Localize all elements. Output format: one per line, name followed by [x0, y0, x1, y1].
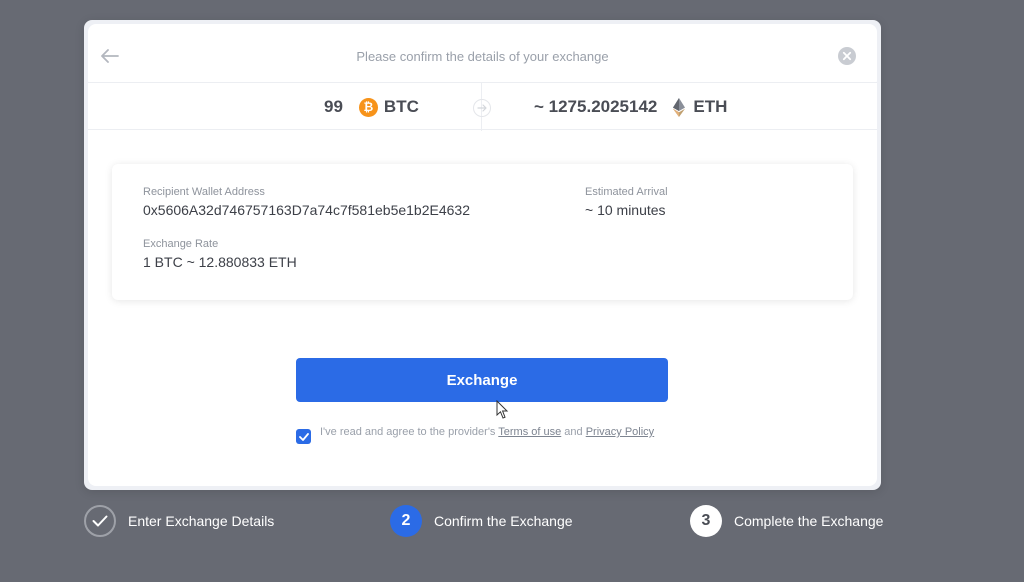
agree-checkbox[interactable]: [296, 429, 311, 444]
agree-terms-row: I've read and agree to the provider's Te…: [296, 426, 668, 444]
terms-of-use-link[interactable]: Terms of use: [498, 426, 561, 438]
ethereum-icon: [673, 97, 687, 117]
rate-label: Exchange Rate: [143, 238, 219, 250]
step-2-label: Confirm the Exchange: [434, 513, 573, 529]
agree-text: I've read and agree to the provider's Te…: [320, 426, 654, 439]
arrow-right-icon: [477, 104, 487, 112]
checkmark-icon: [298, 432, 309, 441]
exchange-details-card: Recipient Wallet Address 0x5606A32d74675…: [112, 164, 853, 300]
exchange-summary: 99 ₿ BTC ~ 1275.2025142 ETH: [88, 82, 877, 131]
agree-and: and: [561, 426, 586, 438]
swap-arrow: [473, 99, 491, 117]
estimated-arrival-field: Estimated Arrival ~ 10 minutes: [585, 186, 668, 218]
from-symbol: BTC: [383, 97, 419, 116]
to-amount-group: ~ 1275.2025142 ETH: [534, 97, 727, 117]
step-3-indicator: 3: [690, 505, 722, 537]
bitcoin-icon: ₿: [358, 97, 378, 117]
exchange-rate-field: Exchange Rate 1 BTC ~ 12.880833 ETH: [143, 238, 297, 270]
to-symbol: ETH: [693, 97, 728, 116]
privacy-policy-link[interactable]: Privacy Policy: [586, 426, 654, 438]
step-3-label: Complete the Exchange: [734, 513, 884, 529]
arrival-value: ~ 10 minutes: [585, 202, 666, 218]
modal-content: 99 ₿ BTC ~ 1275.2025142 ETH Recipient Wa…: [88, 82, 877, 486]
from-amount-group: 99 ₿ BTC: [324, 97, 419, 117]
step-enter-details: Enter Exchange Details: [84, 505, 274, 537]
agree-prefix: I've read and agree to the provider's: [320, 426, 499, 438]
step-1-label: Enter Exchange Details: [128, 513, 275, 529]
to-amount: ~ 1275.2025142: [534, 97, 658, 116]
rate-value: 1 BTC ~ 12.880833 ETH: [143, 254, 297, 270]
recipient-wallet-field: Recipient Wallet Address 0x5606A32d74675…: [143, 186, 470, 218]
confirm-exchange-modal: Please confirm the details of your excha…: [84, 20, 881, 490]
step-complete-exchange: 3 Complete the Exchange: [690, 505, 883, 537]
step-confirm-exchange: 2 Confirm the Exchange: [390, 505, 573, 537]
progress-steps: Enter Exchange Details 2 Confirm the Exc…: [84, 505, 884, 539]
exchange-button[interactable]: Exchange: [296, 358, 668, 402]
from-amount: 99: [324, 97, 343, 116]
checkmark-icon: [92, 515, 108, 527]
back-button[interactable]: [98, 44, 122, 68]
arrival-label: Estimated Arrival: [585, 186, 668, 198]
modal-header: Please confirm the details of your excha…: [88, 24, 877, 88]
modal-title: Please confirm the details of your excha…: [356, 48, 609, 64]
wallet-address: 0x5606A32d746757163D7a74c7f581eb5e1b2E46…: [143, 202, 470, 218]
step-1-indicator: [84, 505, 116, 537]
close-button[interactable]: [835, 44, 859, 68]
arrow-left-icon: [101, 49, 119, 63]
mouse-cursor-icon: [496, 400, 509, 419]
step-2-indicator: 2: [390, 505, 422, 537]
close-circle-icon: [838, 47, 856, 65]
wallet-label: Recipient Wallet Address: [143, 186, 265, 198]
